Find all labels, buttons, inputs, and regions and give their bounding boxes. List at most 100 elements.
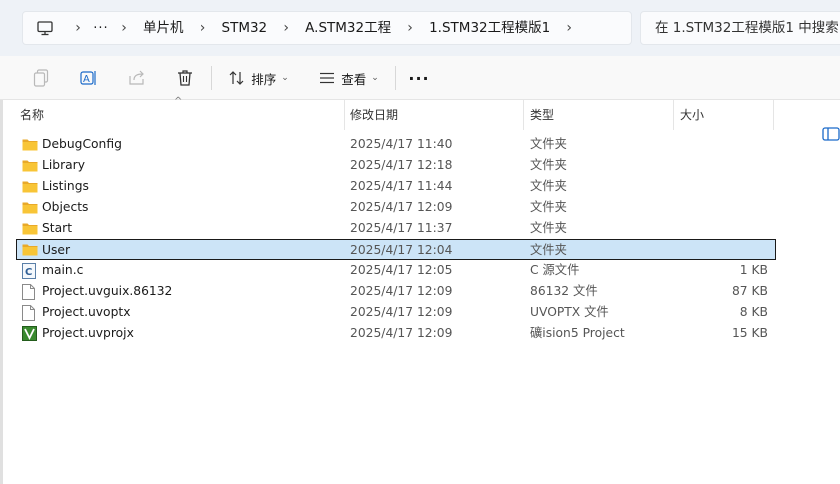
navigation-pane-edge [0, 100, 3, 484]
file-row[interactable]: Project.uvguix.86132 2025/4/17 12:09 86132… [16, 281, 776, 302]
file-name: Listings [42, 179, 89, 193]
search-input[interactable]: 在 1.STM32工程模版1 中搜索 [640, 11, 840, 45]
file-row[interactable]: DebugConfig 2025/4/17 11:40 文件夹 [16, 134, 776, 155]
file-name: Library [42, 158, 85, 172]
file-type: C 源文件 [530, 263, 580, 277]
file-name: Project.uvguix.86132 [42, 284, 173, 298]
file-row[interactable]: Objects 2025/4/17 12:09 文件夹 [16, 197, 776, 218]
breadcrumb-item[interactable]: A.STM32工程 [297, 11, 399, 45]
column-header-size[interactable]: 大小 [674, 100, 774, 130]
trash-icon [178, 70, 192, 86]
chevron-right-icon[interactable]: › [192, 11, 214, 45]
file-size: 15 KB [731, 326, 768, 340]
file-name: Project.uvprojx [42, 326, 134, 340]
file-size: 87 KB [731, 284, 768, 298]
file-type: 礦ision5 Project [530, 326, 625, 340]
file-modified-date: 2025/4/17 11:37 [350, 221, 453, 235]
file-type: 文件夹 [530, 179, 567, 193]
chevron-right-icon[interactable]: › [399, 11, 421, 45]
svg-text:A: A [83, 74, 90, 85]
rename-button[interactable]: A [78, 64, 100, 92]
view-button[interactable]: 查看 ⌄ [316, 64, 382, 92]
column-header-name[interactable]: 名称 [14, 100, 344, 130]
file-modified-date: 2025/4/17 12:18 [350, 158, 453, 172]
share-button[interactable] [126, 64, 148, 92]
svg-text:C: C [25, 267, 32, 278]
this-pc-icon[interactable] [23, 12, 67, 44]
file-row-selected[interactable]: User 2025/4/17 12:04 文件夹 [16, 239, 776, 260]
sort-label: 排序 [251, 71, 277, 87]
chevron-right-icon[interactable]: › [67, 11, 89, 45]
file-name: Objects [42, 200, 89, 214]
file-icon [22, 305, 38, 321]
file-row[interactable]: Start 2025/4/17 11:37 文件夹 [16, 218, 776, 239]
file-row[interactable]: Project.uvprojx 2025/4/17 12:09 礦ision5 Pr… [16, 323, 776, 344]
folder-icon [22, 242, 38, 257]
command-bar: A 排序 ⌄ 查看 ⌄ ··· [0, 56, 840, 141]
file-modified-date: 2025/4/17 11:40 [350, 137, 453, 151]
chevron-down-icon: ⌄ [371, 73, 379, 83]
breadcrumb-item-current[interactable]: 1.STM32工程模版1 [421, 11, 558, 45]
toolbar-divider [395, 66, 396, 90]
file-modified-date: 2025/4/17 12:04 [350, 243, 453, 257]
file-type: 文件夹 [530, 137, 567, 151]
file-type: 86132 文件 [530, 284, 598, 298]
column-header-row: ^ 名称 修改日期 类型 大小 [14, 96, 774, 130]
folder-icon [22, 158, 38, 173]
file-modified-date: 2025/4/17 12:09 [350, 284, 453, 298]
copy-icon [33, 69, 49, 87]
column-header-date[interactable]: 修改日期 [344, 100, 524, 130]
breadcrumb-item[interactable]: STM32 [214, 11, 276, 45]
rename-icon: A [80, 71, 96, 85]
view-label: 查看 [341, 71, 367, 87]
file-type: 文件夹 [530, 221, 567, 235]
file-modified-date: 2025/4/17 12:09 [350, 326, 453, 340]
file-modified-date: 2025/4/17 11:44 [350, 179, 453, 193]
sort-icon [229, 71, 244, 85]
file-list: DebugConfig 2025/4/17 11:40 文件夹 Library 2025… [16, 134, 776, 344]
delete-button[interactable] [174, 64, 196, 92]
folder-icon [22, 221, 38, 236]
details-pane-icon[interactable] [822, 126, 840, 145]
toolbar-divider [211, 66, 212, 90]
chevron-right-icon[interactable]: › [113, 11, 135, 45]
file-name: User [42, 243, 71, 257]
file-row[interactable]: Library 2025/4/17 12:18 文件夹 [16, 155, 776, 176]
view-list-icon [320, 72, 335, 84]
file-type: 文件夹 [530, 243, 567, 257]
column-divider[interactable] [773, 100, 774, 130]
file-size: 8 KB [739, 305, 768, 319]
file-row[interactable]: Project.uvoptx 2025/4/17 12:09 UVOPTX 文件 8 … [16, 302, 776, 323]
address-bar-area: › ··· › 单片机 › STM32 › A.STM32工程 › 1.STM3… [0, 0, 840, 56]
file-name: DebugConfig [42, 137, 122, 151]
file-modified-date: 2025/4/17 12:05 [350, 263, 453, 277]
chevron-right-icon[interactable]: › [558, 11, 580, 45]
address-bar[interactable]: › ··· › 单片机 › STM32 › A.STM32工程 › 1.STM3… [22, 11, 632, 45]
keil-project-icon [22, 326, 38, 341]
breadcrumb-item[interactable]: 单片机 [135, 11, 192, 45]
chevron-right-icon[interactable]: › [275, 11, 297, 45]
file-modified-date: 2025/4/17 12:09 [350, 305, 453, 319]
file-modified-date: 2025/4/17 12:09 [350, 200, 453, 214]
file-row[interactable]: Cmain.c 2025/4/17 12:05 C 源文件 1 KB [16, 260, 776, 281]
file-row[interactable]: Listings 2025/4/17 11:44 文件夹 [16, 176, 776, 197]
chevron-down-icon: ⌄ [281, 73, 289, 83]
folder-icon [22, 137, 38, 152]
folder-icon [22, 179, 38, 194]
copy-button[interactable] [30, 64, 52, 92]
file-size: 1 KB [739, 263, 768, 277]
file-type: 文件夹 [530, 158, 567, 172]
file-name: Start [42, 221, 73, 235]
file-icon [22, 284, 38, 300]
file-type: UVOPTX 文件 [530, 305, 609, 319]
column-header-type[interactable]: 类型 [524, 100, 674, 130]
sort-button[interactable]: 排序 ⌄ [226, 64, 292, 92]
file-type: 文件夹 [530, 200, 567, 214]
file-name: main.c [42, 263, 84, 277]
c-file-icon: C [22, 263, 38, 279]
more-options-button[interactable]: ··· [406, 64, 432, 92]
share-icon [129, 70, 144, 85]
folder-icon [22, 200, 38, 215]
file-name: Project.uvoptx [42, 305, 131, 319]
breadcrumb-overflow[interactable]: ··· [89, 21, 113, 36]
